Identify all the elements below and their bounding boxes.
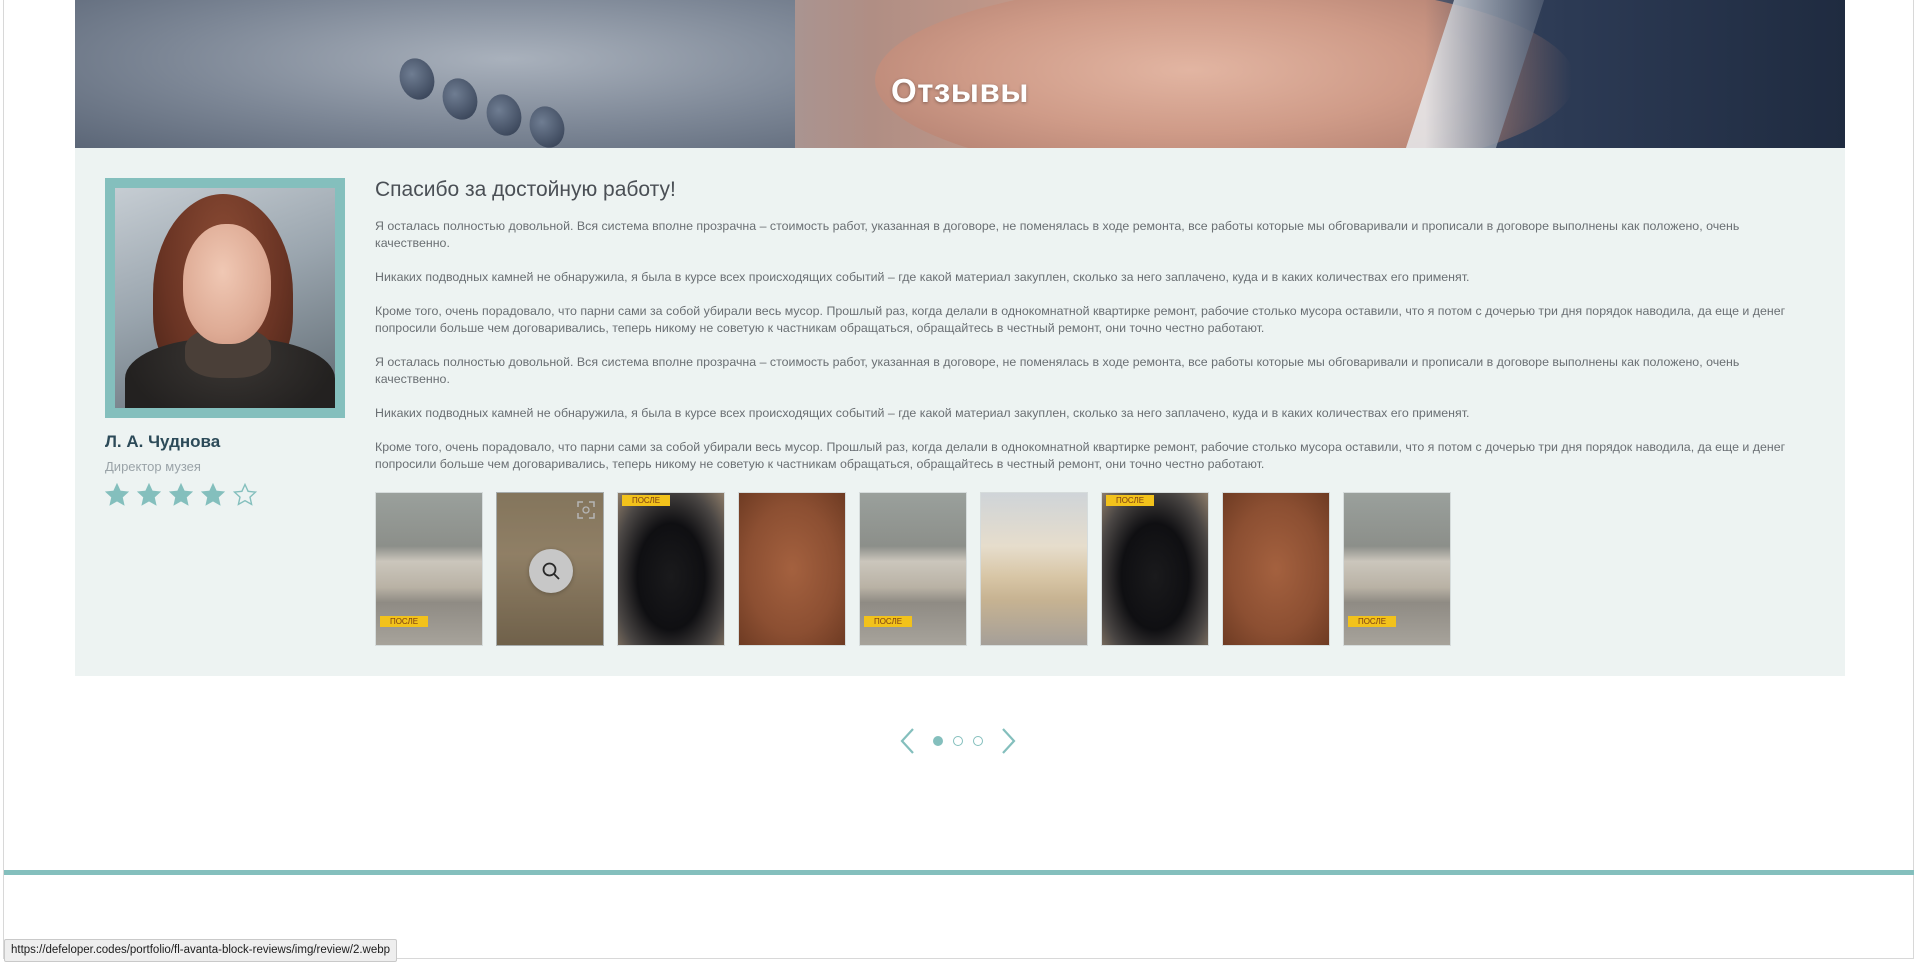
reviewer-role: Директор музея <box>105 459 201 474</box>
star-icon <box>105 483 129 506</box>
photo-label: ПОСЛЕ <box>1348 616 1396 627</box>
photo-thumbnail[interactable]: ПОСЛЕ <box>859 492 967 646</box>
photo-thumbnail[interactable]: ПОСЛЕ <box>1101 492 1209 646</box>
status-bar-url: https://defeloper.codes/portfolio/fl-ava… <box>4 939 398 962</box>
review-paragraph: Никаких подводных камней не обнаружила, … <box>375 270 1470 284</box>
photo-label: ПОСЛЕ <box>622 495 670 506</box>
photo-gallery: ПОСЛЕ ПОСЛЕ ПОСЛЕ ПОСЛЕ ПОСЛЕ <box>375 492 1451 646</box>
star-outline-icon <box>233 483 257 506</box>
review-paragraph: Кроме того, очень порадовало, что парни … <box>375 440 1786 471</box>
photo-thumbnail[interactable] <box>738 492 846 646</box>
avatar <box>115 188 335 408</box>
review-pager <box>897 726 1019 756</box>
expand-icon <box>577 501 595 519</box>
review-text: Я осталась полностью довольной. Вся сист… <box>375 218 1815 473</box>
page-title: Отзывы <box>891 72 1029 110</box>
photo-label: ПОСЛЕ <box>1106 495 1154 506</box>
review-card: Л. А. Чуднова Директор музея Спасибо за … <box>75 148 1845 676</box>
star-icon <box>201 483 225 506</box>
pager-dot[interactable] <box>953 736 963 746</box>
photo-label: ПОСЛЕ <box>380 616 428 627</box>
footer-divider <box>4 870 1914 875</box>
zoom-button[interactable] <box>529 549 573 593</box>
pager-dot[interactable] <box>973 736 983 746</box>
avatar-face <box>183 224 271 344</box>
photo-thumbnail[interactable] <box>1222 492 1330 646</box>
chevron-left-icon[interactable] <box>897 726 919 756</box>
pager-dot[interactable] <box>933 736 943 746</box>
review-paragraph: Я осталась полностью довольной. Вся сист… <box>375 219 1740 250</box>
review-title: Спасибо за достойную работу! <box>375 178 676 201</box>
photo-thumbnail[interactable] <box>980 492 1088 646</box>
star-icon <box>169 483 193 506</box>
pager-dots <box>933 736 983 746</box>
review-paragraph: Никаких подводных камней не обнаружила, … <box>375 406 1470 420</box>
photo-label: ПОСЛЕ <box>864 616 912 627</box>
hero-banner: Отзывы <box>75 0 1845 148</box>
star-icon <box>137 483 161 506</box>
photo-thumbnail[interactable]: ПОСЛЕ <box>617 492 725 646</box>
review-body: Спасибо за достойную работу! Я осталась … <box>375 178 1815 490</box>
photo-thumbnail[interactable]: ПОСЛЕ <box>1343 492 1451 646</box>
photo-thumbnail[interactable] <box>496 492 604 646</box>
review-paragraph: Кроме того, очень порадовало, что парни … <box>375 304 1786 335</box>
search-icon <box>542 562 560 580</box>
chevron-right-icon[interactable] <box>997 726 1019 756</box>
rating-stars <box>105 483 257 507</box>
avatar-frame <box>105 178 345 418</box>
photo-thumbnail[interactable]: ПОСЛЕ <box>375 492 483 646</box>
review-paragraph: Я осталась полностью довольной. Вся сист… <box>375 355 1740 386</box>
reviewer-name: Л. А. Чуднова <box>105 432 221 451</box>
